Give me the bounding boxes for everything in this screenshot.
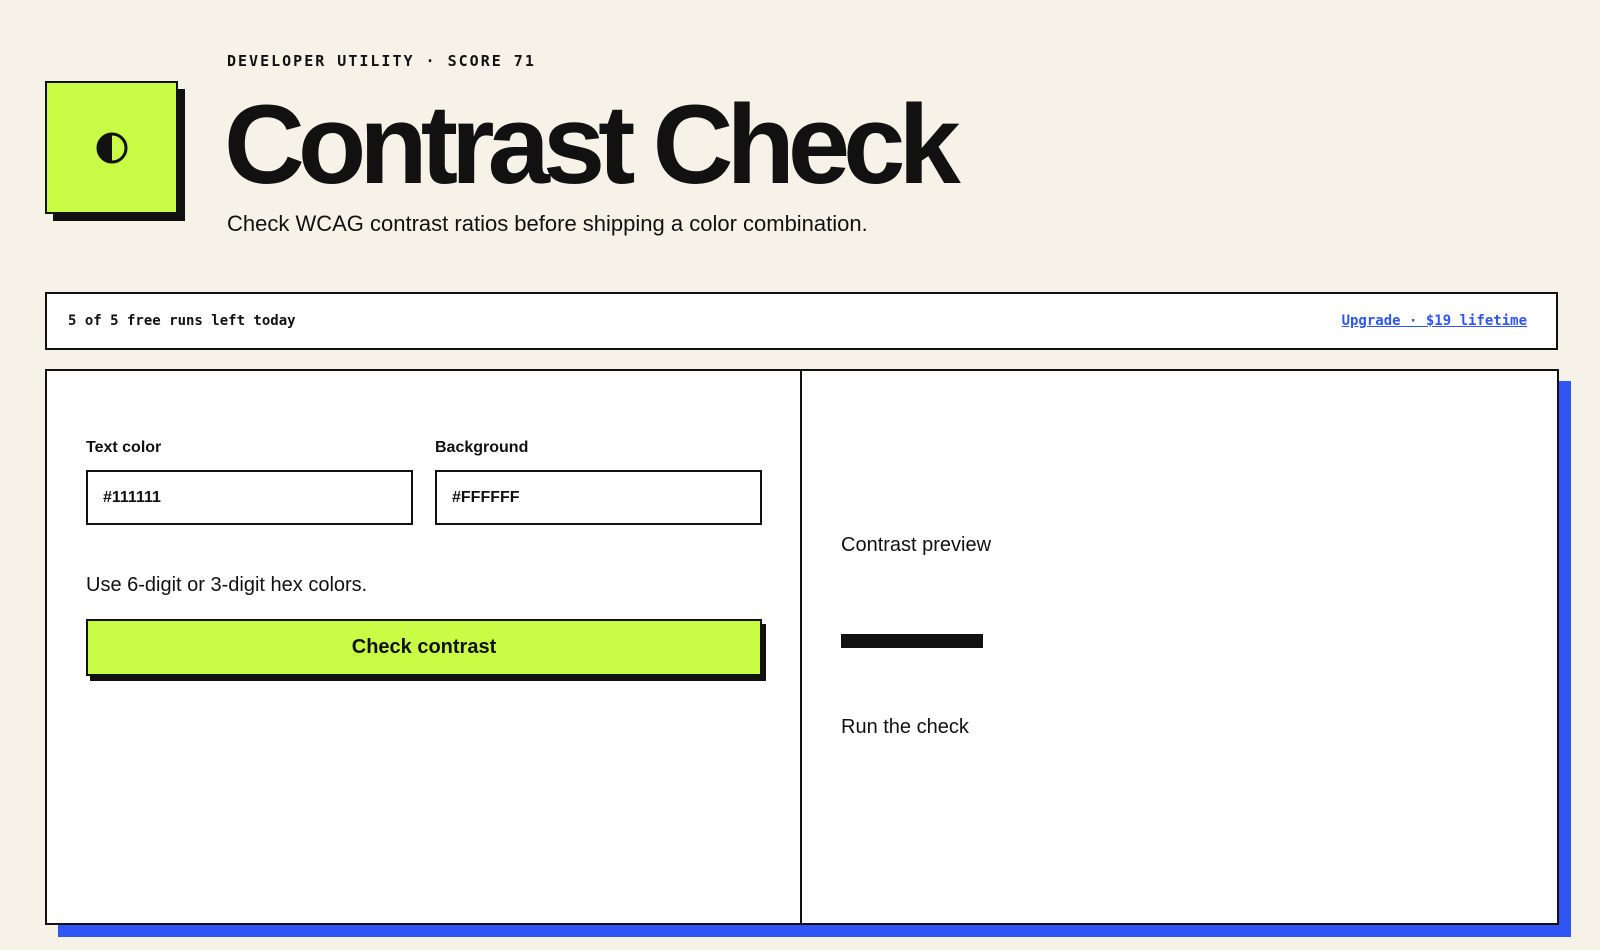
runs-left-text: 5 of 5 free runs left today: [68, 313, 296, 329]
result-text: Run the check: [841, 716, 969, 738]
background-color-input[interactable]: [435, 470, 762, 525]
contrast-preview-label: Contrast preview: [841, 534, 992, 556]
check-contrast-button[interactable]: Check contrast: [86, 619, 762, 676]
app-logo: [45, 81, 185, 221]
half-contrast-icon: [96, 132, 127, 163]
logo-tile: [45, 81, 178, 214]
hex-format-hint: Use 6-digit or 3-digit hex colors.: [86, 574, 368, 596]
preview-section: Contrast preview Run the check: [802, 371, 1557, 923]
background-label: Background: [435, 439, 529, 456]
page-title: Contrast Check: [224, 82, 961, 207]
check-button-wrap: Check contrast: [86, 619, 766, 681]
input-section: Text color Background Use 6-digit or 3-d…: [47, 371, 802, 923]
checker-panel: Text color Background Use 6-digit or 3-d…: [45, 369, 1559, 925]
page: DEVELOPER UTILITY · SCORE 71 Contrast Ch…: [0, 0, 1600, 950]
eyebrow-label: DEVELOPER UTILITY · SCORE 71: [227, 52, 536, 70]
upgrade-link[interactable]: Upgrade · $19 lifetime: [1342, 313, 1527, 329]
text-color-label: Text color: [86, 439, 162, 456]
page-subtitle: Check WCAG contrast ratios before shippi…: [227, 211, 868, 236]
contrast-preview-swatch: [841, 634, 983, 648]
text-color-input[interactable]: [86, 470, 413, 525]
usage-bar: 5 of 5 free runs left today Upgrade · $1…: [45, 292, 1558, 350]
